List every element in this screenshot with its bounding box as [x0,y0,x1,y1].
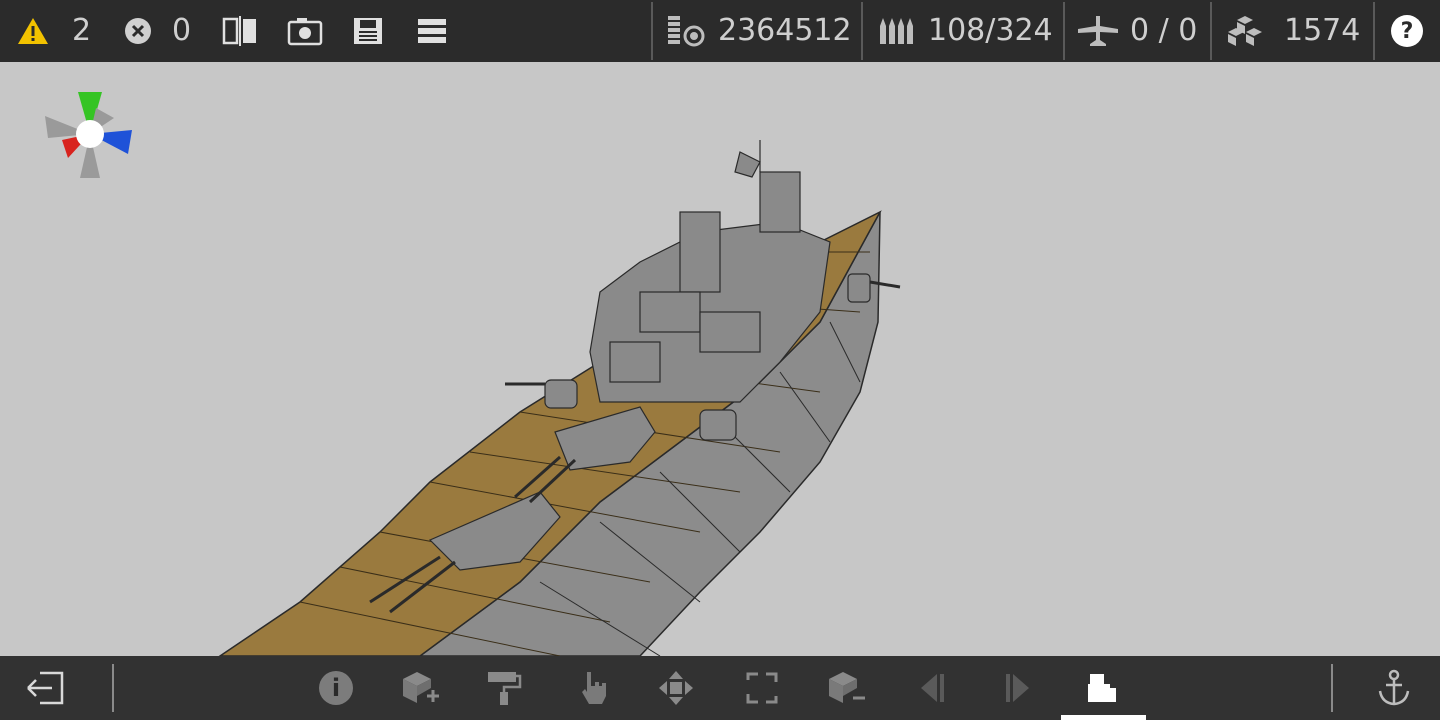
axis-gizmo[interactable] [40,88,140,184]
menu-icon [416,16,448,46]
aircraft-stat: 0 / 0 [1076,0,1197,62]
save-button[interactable] [352,0,384,62]
mirror-icon [222,16,258,46]
bottom-toolbar: i [0,656,1440,720]
rotate-icon [744,670,780,706]
select-icon [579,670,609,706]
add-part-button[interactable] [388,656,452,720]
redo-button[interactable] [986,656,1050,720]
rotate-button[interactable] [730,656,794,720]
remove-part-icon [825,670,867,706]
toolbar-divider [651,2,653,60]
cost-value: 2364512 [718,13,852,48]
active-tool-indicator [1061,715,1146,720]
save-icon [352,16,384,46]
ammo-value: 108/324 [928,13,1053,48]
redo-icon [1003,672,1033,704]
remove-part-button[interactable] [814,656,878,720]
ammo-stat: 108/324 [878,0,1053,62]
help-icon: ? [1391,15,1423,47]
toolbar-divider [861,2,863,60]
toolbar-divider [1210,2,1212,60]
build-icon [1086,672,1120,704]
anchor-button[interactable] [1362,656,1426,720]
toolbar-divider [112,664,114,712]
info-button[interactable]: i [304,656,368,720]
warnings-button[interactable]: 2 [16,0,91,62]
build-mode-button[interactable] [1071,656,1135,720]
errors-count: 0 [172,13,192,48]
errors-button[interactable]: 0 [124,0,191,62]
toolbar-divider [1331,664,1333,712]
menu-button[interactable] [416,0,448,62]
undo-button[interactable] [900,656,964,720]
parts-value: 1574 [1284,13,1361,48]
aircraft-icon [1076,14,1120,48]
toolbar-divider [1373,2,1375,60]
parts-stat: 1574 [1226,0,1360,62]
parts-icon [1226,14,1264,48]
move-icon [657,669,695,707]
undo-icon [917,672,947,704]
camera-icon [287,16,323,46]
mirror-button[interactable] [222,0,258,62]
info-icon: i [319,671,353,705]
exit-button[interactable] [14,656,78,720]
paint-icon [486,670,522,706]
anchor-icon [1376,669,1412,707]
viewport-3d[interactable] [0,62,1440,656]
aircraft-value: 0 / 0 [1130,13,1198,48]
toolbar-divider [1063,2,1065,60]
add-part-icon [399,670,441,706]
ammo-icon [878,16,914,46]
move-button[interactable] [644,656,708,720]
screenshot-button[interactable] [287,0,323,62]
cost-icon [666,14,706,48]
warnings-count: 2 [72,13,92,48]
exit-icon [26,671,66,705]
warning-icon [16,16,50,46]
help-button[interactable]: ? [1391,0,1423,62]
select-button[interactable] [562,656,626,720]
top-toolbar: 2 0 2364512 108/324 0 / 0 1574 ? [0,0,1440,62]
error-icon [124,17,152,45]
cost-stat: 2364512 [666,0,852,62]
paint-button[interactable] [472,656,536,720]
